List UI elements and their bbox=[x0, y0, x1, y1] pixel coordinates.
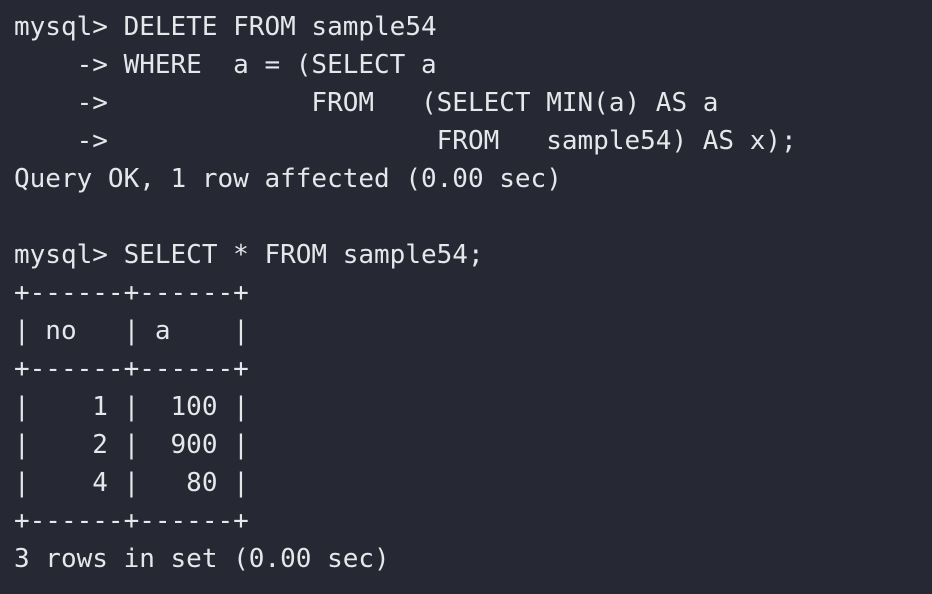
select-command-line: mysql> SELECT * FROM sample54; bbox=[14, 240, 484, 270]
where-clause-line: -> WHERE a = (SELECT a bbox=[14, 50, 437, 80]
table-border-bottom: +------+------+ bbox=[14, 506, 249, 536]
table-header-row: | no | a | bbox=[14, 316, 249, 346]
table-row: | 4 | 80 | bbox=[14, 468, 249, 498]
table-header-border: +------+------+ bbox=[14, 354, 249, 384]
subquery-from-line: -> FROM (SELECT MIN(a) AS a bbox=[14, 88, 719, 118]
inner-from-line: -> FROM sample54) AS x); bbox=[14, 126, 797, 156]
delete-result-line: Query OK, 1 row affected (0.00 sec) bbox=[14, 164, 562, 194]
delete-command-line: mysql> DELETE FROM sample54 bbox=[14, 12, 437, 42]
select-result-line: 3 rows in set (0.00 sec) bbox=[14, 544, 390, 574]
table-row: | 1 | 100 | bbox=[14, 392, 249, 422]
terminal-window[interactable]: mysql> DELETE FROM sample54 -> WHERE a =… bbox=[0, 0, 932, 594]
table-border-top: +------+------+ bbox=[14, 278, 249, 308]
table-row: | 2 | 900 | bbox=[14, 430, 249, 460]
